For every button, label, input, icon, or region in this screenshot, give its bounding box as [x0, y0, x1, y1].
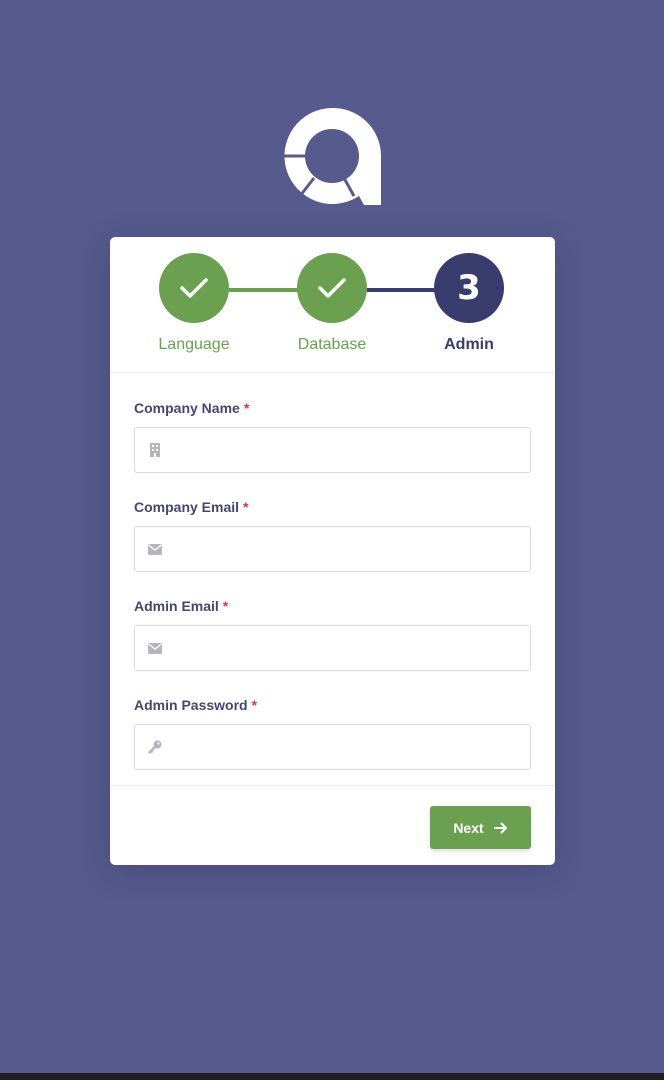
required-mark: *	[243, 499, 249, 515]
company-email-label: Company Email *	[134, 499, 249, 515]
required-mark: *	[243, 400, 250, 416]
checkmark-icon	[180, 278, 208, 298]
setup-stepper: Language Database 3 Admin	[110, 237, 555, 373]
company-email-input-wrap	[134, 526, 531, 572]
company-email-field: Company Email *	[134, 499, 531, 572]
admin-form: Company Name * Company Email * Admin Ema…	[110, 373, 555, 770]
admin-email-field: Admin Email *	[134, 598, 531, 671]
admin-email-label: Admin Email *	[134, 598, 229, 614]
app-logo	[280, 104, 384, 208]
step-language-label: Language	[158, 336, 230, 353]
setup-card: Language Database 3 Admin Company Name*	[110, 237, 555, 865]
arrow-right-icon	[493, 822, 507, 833]
step-language-circle	[159, 253, 229, 323]
admin-password-input[interactable]	[135, 725, 530, 769]
step-database-circle	[297, 253, 367, 323]
company-name-field: Company Name *	[134, 400, 531, 473]
company-name-label: Company Name *	[134, 400, 250, 416]
step-admin-number: 3	[457, 268, 481, 308]
next-button-label: Next	[453, 819, 484, 836]
company-email-input[interactable]	[135, 527, 530, 571]
required-mark: *	[251, 697, 258, 713]
step-database-label: Database	[297, 336, 367, 353]
admin-password-input-wrap	[134, 724, 531, 770]
step-admin: 3 Admin	[409, 253, 529, 354]
step-language: Language	[134, 253, 254, 354]
company-name-input-wrap	[134, 427, 531, 473]
admin-email-input[interactable]	[135, 626, 530, 670]
step-database: Database	[272, 253, 392, 354]
company-name-input[interactable]	[135, 428, 530, 472]
bottom-edge-bar	[0, 1073, 664, 1080]
next-button[interactable]: Next	[430, 806, 531, 849]
admin-password-field: Admin Password *	[134, 697, 531, 770]
admin-password-label: Admin Password *	[134, 697, 258, 713]
step-admin-label: Admin	[444, 336, 494, 353]
card-footer: Next	[110, 785, 555, 865]
required-mark: *	[222, 598, 229, 614]
checkmark-icon	[318, 278, 346, 298]
admin-email-input-wrap	[134, 625, 531, 671]
step-admin-circle: 3	[434, 253, 504, 323]
